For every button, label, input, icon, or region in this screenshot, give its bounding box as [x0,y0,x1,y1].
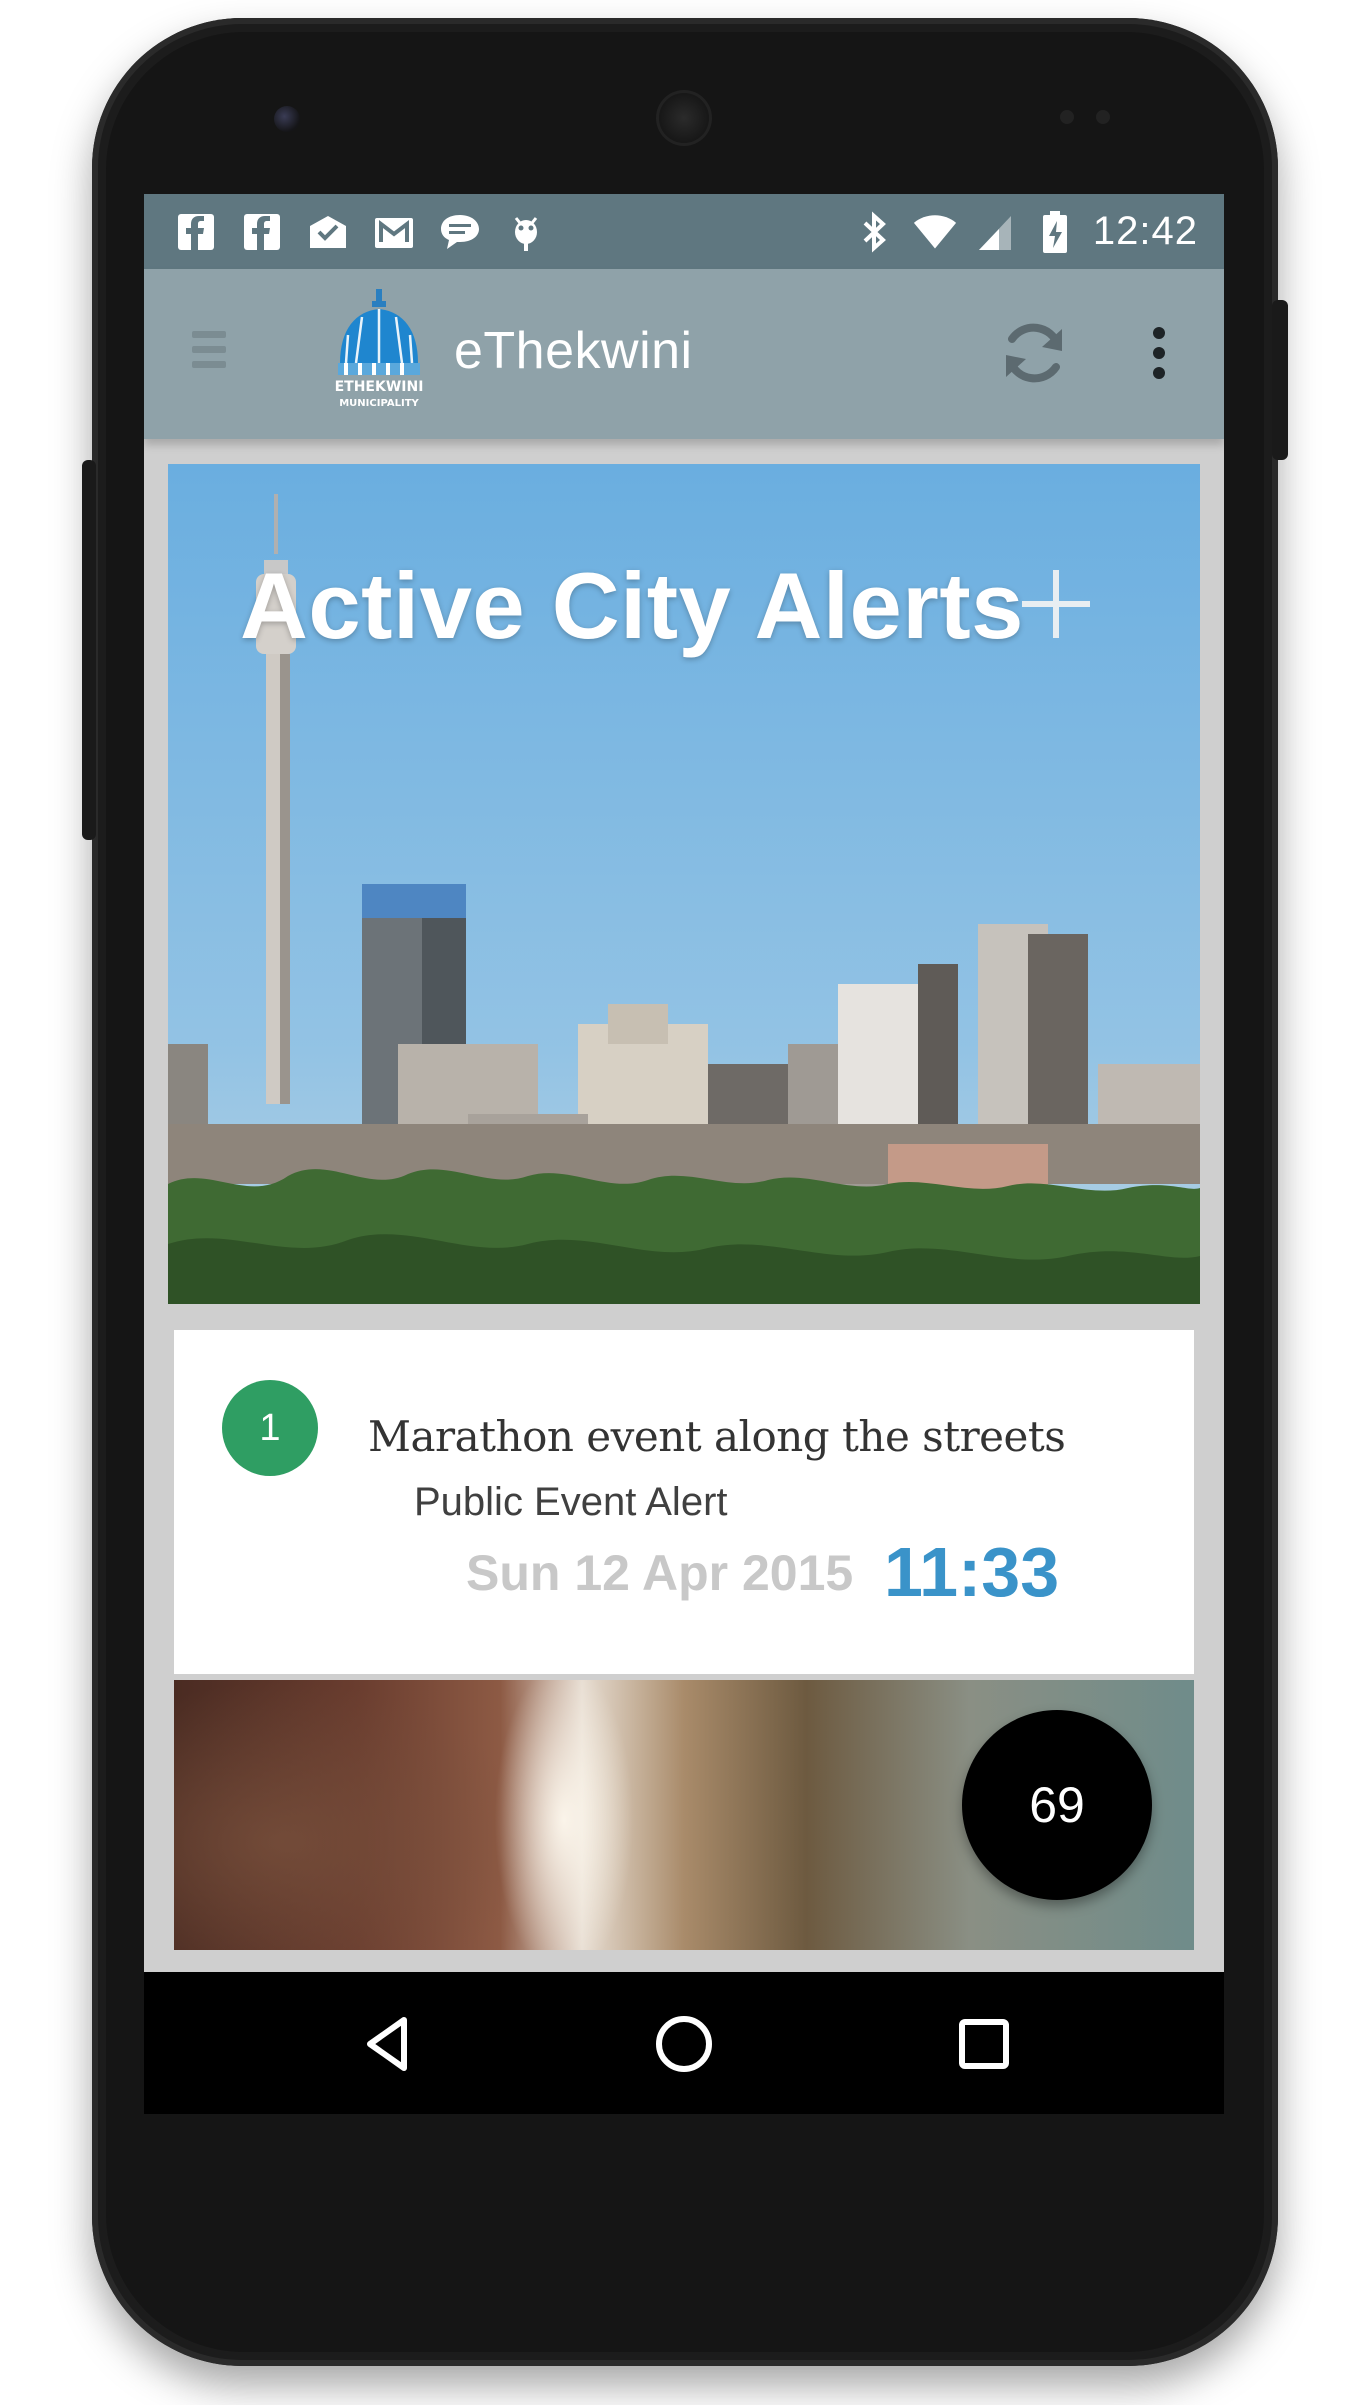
hamburger-icon[interactable] [192,331,226,377]
power-button [1272,300,1288,460]
screen: 12:42 ETHEKWINI MUNICIPALITY eThekwini A… [144,194,1224,2114]
home-icon[interactable] [652,2012,716,2076]
gmail-icon [372,210,416,254]
alert-time: 11:33 [884,1533,1060,1611]
page-title: Active City Alerts [240,553,1024,658]
alert-type: Public Event Alert [414,1480,728,1524]
recents-icon[interactable] [952,2012,1016,2076]
inbox-check-icon [306,210,350,254]
facebook-icon [240,210,284,254]
facebook-icon [174,210,218,254]
alert-card[interactable]: 1 Marathon event along the streets Publi… [174,1330,1194,1674]
battery-charging-icon [1033,210,1077,254]
app-toolbar: ETHEKWINI MUNICIPALITY eThekwini [144,269,1224,439]
alert-title: Marathon event along the streets [368,1412,1066,1461]
volume-button [82,460,96,840]
refresh-icon[interactable] [996,315,1072,391]
light-sensor [1096,110,1110,124]
navigation-bar [144,1972,1224,2114]
wifi-icon [913,210,957,254]
app-title: eThekwini [454,322,693,380]
alert-date: Sun 12 Apr 2015 [466,1545,854,1601]
front-camera [274,106,300,132]
city-logo: ETHEKWINI MUNICIPALITY [334,289,424,413]
svg-text:MUNICIPALITY: MUNICIPALITY [339,398,419,409]
more-vert-icon[interactable] [1144,315,1174,391]
earpiece-speaker [656,90,712,146]
active-alerts-header: Active City Alerts [168,464,1200,1304]
clock: 12:42 [1092,209,1198,253]
svg-text:ETHEKWINI: ETHEKWINI [335,379,424,395]
back-icon[interactable] [358,2012,422,2076]
status-bar: 12:42 [144,194,1224,269]
alert-number-badge: 1 [222,1380,318,1476]
bug-icon [504,210,548,254]
chat-icon [438,210,482,254]
proximity-sensor [1060,110,1074,124]
signal-icon [973,210,1017,254]
plus-icon[interactable] [1018,566,1094,642]
bluetooth-icon [853,210,897,254]
alert-count-fab[interactable]: 69 [962,1710,1152,1900]
